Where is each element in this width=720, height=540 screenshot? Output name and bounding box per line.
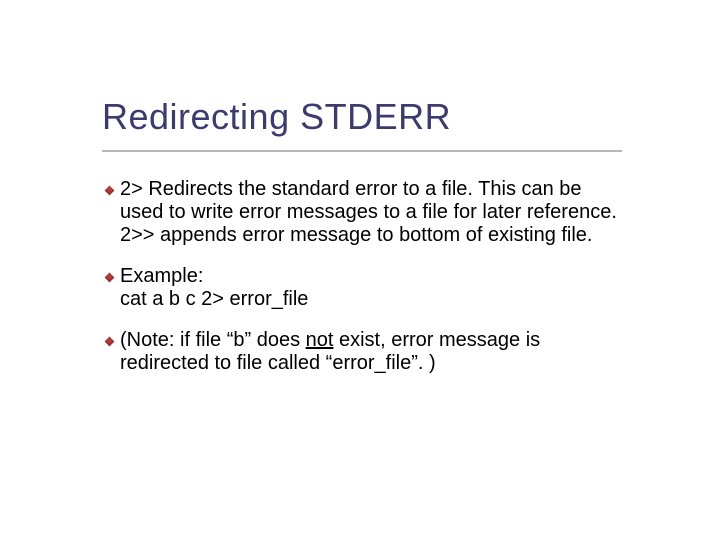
slide-title: Redirecting STDERR: [102, 98, 622, 136]
slide: Redirecting STDERR 2> Redirects the stan…: [0, 0, 720, 540]
body-text-1b: 2>> appends error message to bottom of e…: [120, 224, 618, 247]
slide-body: 2> Redirects the standard error to a fil…: [120, 178, 618, 393]
title-underline: [102, 150, 622, 152]
note-text: (Note: if file “b” does not exist, error…: [120, 329, 618, 375]
example-label: Example:: [120, 265, 618, 288]
note-pre: (Note: if file “b” does: [120, 329, 306, 351]
bullet-block-3: (Note: if file “b” does not exist, error…: [120, 329, 618, 375]
bullet-block-2: Example: cat a b c 2> error_file: [120, 265, 618, 311]
bullet-block-1: 2> Redirects the standard error to a fil…: [120, 178, 618, 247]
example-command: cat a b c 2> error_file: [120, 288, 618, 311]
title-block: Redirecting STDERR: [102, 98, 622, 152]
note-not: not: [306, 329, 334, 351]
body-text-1a: 2> Redirects the standard error to a fil…: [120, 178, 618, 224]
